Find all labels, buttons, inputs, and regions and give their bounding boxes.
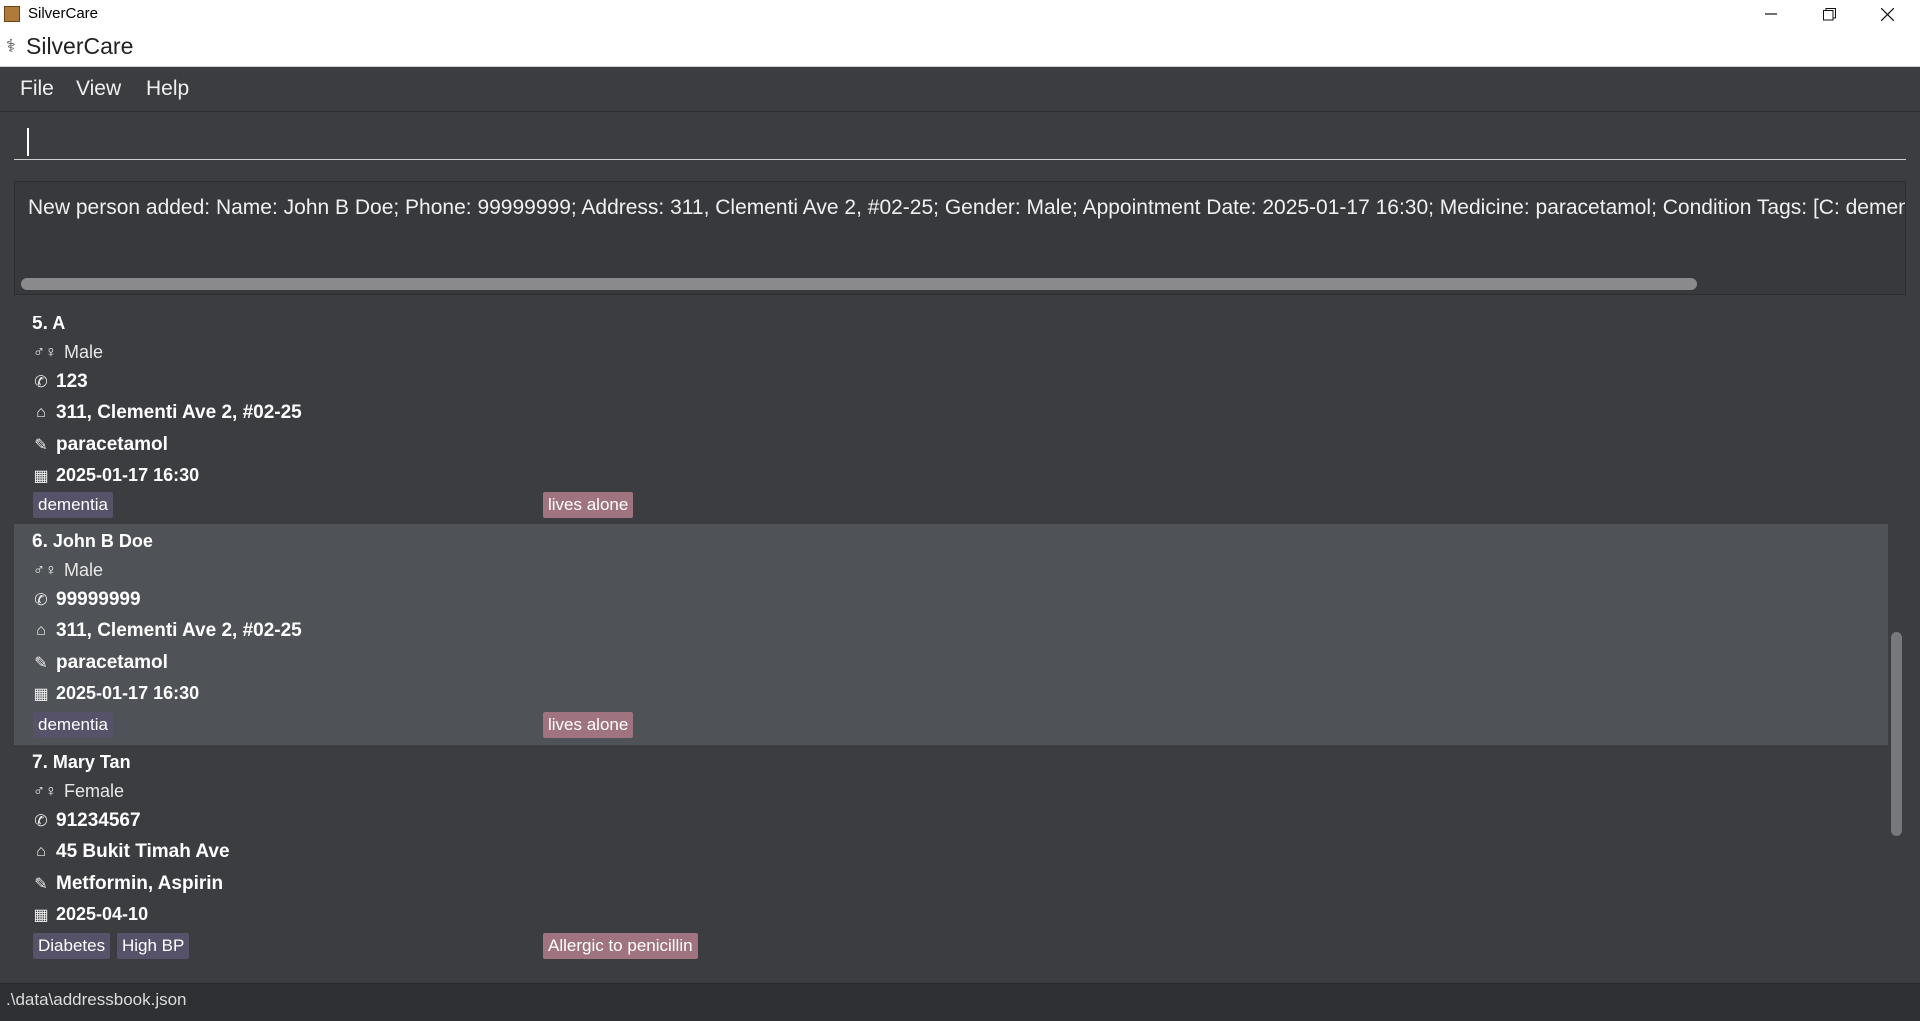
person-name: Mary Tan bbox=[52, 752, 131, 772]
menu-view[interactable]: View bbox=[76, 77, 121, 101]
medicine-row: ✎ paracetamol bbox=[32, 434, 168, 456]
condition-tag: High BP bbox=[117, 933, 190, 959]
person-name-row: 6. John B Doe bbox=[32, 531, 153, 553]
vertical-scroll-thumb[interactable] bbox=[1891, 632, 1902, 836]
person-gender: Male bbox=[64, 560, 104, 580]
person-phone: 91234567 bbox=[56, 810, 141, 831]
text-cursor bbox=[27, 128, 29, 156]
gender-row: ♂♀ Female bbox=[32, 781, 124, 802]
person-appointment: 2025-01-17 16:30 bbox=[56, 683, 200, 703]
person-phone: 123 bbox=[56, 371, 88, 392]
caduceus-icon: ⚕ bbox=[6, 36, 16, 56]
phone-icon: ✆ bbox=[34, 813, 48, 830]
person-list[interactable]: 5. A ♂♀ Male ✆ 123 ⌂ 311, Clementi Ave 2… bbox=[14, 316, 1888, 966]
pill-icon: ✎ bbox=[34, 655, 48, 672]
appointment-row: ▦ 2025-04-10 bbox=[32, 904, 148, 925]
pill-icon: ✎ bbox=[34, 437, 48, 454]
calendar-icon: ▦ bbox=[33, 467, 49, 485]
menu-file[interactable]: File bbox=[20, 77, 54, 101]
menu-bar: File View Help bbox=[0, 67, 1920, 112]
condition-tag: dementia bbox=[33, 492, 113, 518]
person-card[interactable]: 5. A ♂♀ Male ✆ 123 ⌂ 311, Clementi Ave 2… bbox=[14, 316, 1888, 537]
note-tag: lives alone bbox=[543, 712, 634, 738]
appointment-row: ▦ 2025-01-17 16:30 bbox=[32, 683, 199, 704]
app-icon bbox=[4, 6, 20, 22]
person-index: 5. bbox=[32, 316, 48, 334]
menu-help[interactable]: Help bbox=[146, 77, 189, 101]
gender-icon: ♂♀ bbox=[33, 561, 57, 579]
address-row: ⌂ 311, Clementi Ave 2, #02-25 bbox=[32, 402, 302, 424]
minimize-icon[interactable] bbox=[1742, 0, 1800, 28]
app-header: ⚕ SilverCare bbox=[0, 28, 1920, 67]
person-phone: 99999999 bbox=[56, 589, 141, 610]
phone-icon: ✆ bbox=[34, 374, 48, 391]
tag-row: Diabetes High BP Allergic to penicillin bbox=[33, 933, 1033, 959]
window-title: SilverCare bbox=[28, 5, 99, 22]
person-index: 7. bbox=[32, 752, 48, 773]
save-file-path: .\data\addressbook.json bbox=[6, 990, 187, 1009]
app-title: SilverCare bbox=[26, 33, 134, 59]
person-gender: Female bbox=[64, 781, 125, 801]
person-address: 311, Clementi Ave 2, #02-25 bbox=[56, 402, 302, 423]
person-medicine: Metformin, Aspirin bbox=[56, 873, 224, 894]
calendar-icon: ▦ bbox=[33, 906, 49, 924]
horizontal-scrollbar[interactable] bbox=[21, 278, 1899, 290]
horizontal-scroll-thumb[interactable] bbox=[21, 278, 1697, 290]
appointment-row: ▦ 2025-01-17 16:30 bbox=[32, 465, 199, 486]
person-appointment: 2025-04-10 bbox=[56, 904, 149, 924]
person-card-selected[interactable]: 6. John B Doe ♂♀ Male ✆ 99999999 ⌂ 311, … bbox=[14, 524, 1888, 745]
result-message: New person added: Name: John B Doe; Phon… bbox=[28, 196, 1906, 219]
address-row: ⌂ 45 Bukit Timah Ave bbox=[32, 841, 230, 863]
vertical-scrollbar[interactable] bbox=[1888, 316, 1904, 966]
phone-icon: ✆ bbox=[34, 592, 48, 609]
person-medicine: paracetamol bbox=[56, 434, 168, 455]
person-name: A bbox=[52, 316, 66, 333]
person-medicine: paracetamol bbox=[56, 652, 168, 673]
command-input[interactable] bbox=[14, 126, 1906, 160]
command-box bbox=[0, 112, 1920, 172]
os-title-bar: SilverCare bbox=[0, 0, 1920, 28]
medicine-row: ✎ Metformin, Aspirin bbox=[32, 873, 223, 895]
person-appointment: 2025-01-17 16:30 bbox=[56, 465, 200, 485]
note-tag: lives alone bbox=[543, 492, 634, 518]
address-row: ⌂ 311, Clementi Ave 2, #02-25 bbox=[32, 620, 302, 642]
home-icon: ⌂ bbox=[36, 843, 46, 860]
close-icon[interactable] bbox=[1858, 0, 1916, 28]
note-tag: Allergic to penicillin bbox=[543, 933, 698, 959]
condition-tag: dementia bbox=[33, 712, 113, 738]
gender-row: ♂♀ Male bbox=[32, 342, 103, 363]
pill-icon: ✎ bbox=[34, 876, 48, 893]
home-icon: ⌂ bbox=[36, 404, 46, 421]
person-card[interactable]: 7. Mary Tan ♂♀ Female ✆ 91234567 ⌂ 45 Bu… bbox=[14, 745, 1888, 966]
phone-row: ✆ 91234567 bbox=[32, 810, 141, 832]
person-name: John B Doe bbox=[52, 531, 153, 551]
calendar-icon: ▦ bbox=[33, 685, 49, 703]
gender-icon: ♂♀ bbox=[33, 782, 57, 800]
home-icon: ⌂ bbox=[36, 622, 46, 639]
restore-icon[interactable] bbox=[1800, 0, 1858, 28]
person-gender: Male bbox=[64, 342, 104, 362]
phone-row: ✆ 123 bbox=[32, 371, 88, 393]
tag-row: dementia lives alone bbox=[33, 712, 1033, 738]
condition-tag: Diabetes bbox=[33, 933, 111, 959]
phone-row: ✆ 99999999 bbox=[32, 589, 141, 611]
status-bar: .\data\addressbook.json bbox=[0, 983, 1920, 1021]
result-display[interactable]: New person added: Name: John B Doe; Phon… bbox=[14, 181, 1906, 295]
gender-row: ♂♀ Male bbox=[32, 560, 103, 581]
medicine-row: ✎ paracetamol bbox=[32, 652, 168, 674]
person-address: 311, Clementi Ave 2, #02-25 bbox=[56, 620, 302, 641]
person-name-row: 7. Mary Tan bbox=[32, 752, 131, 774]
gender-icon: ♂♀ bbox=[33, 343, 57, 361]
person-name-row: 5. A bbox=[32, 316, 65, 335]
person-index: 6. bbox=[32, 531, 48, 552]
person-address: 45 Bukit Timah Ave bbox=[56, 841, 230, 862]
tag-row: dementia lives alone bbox=[33, 492, 1033, 518]
